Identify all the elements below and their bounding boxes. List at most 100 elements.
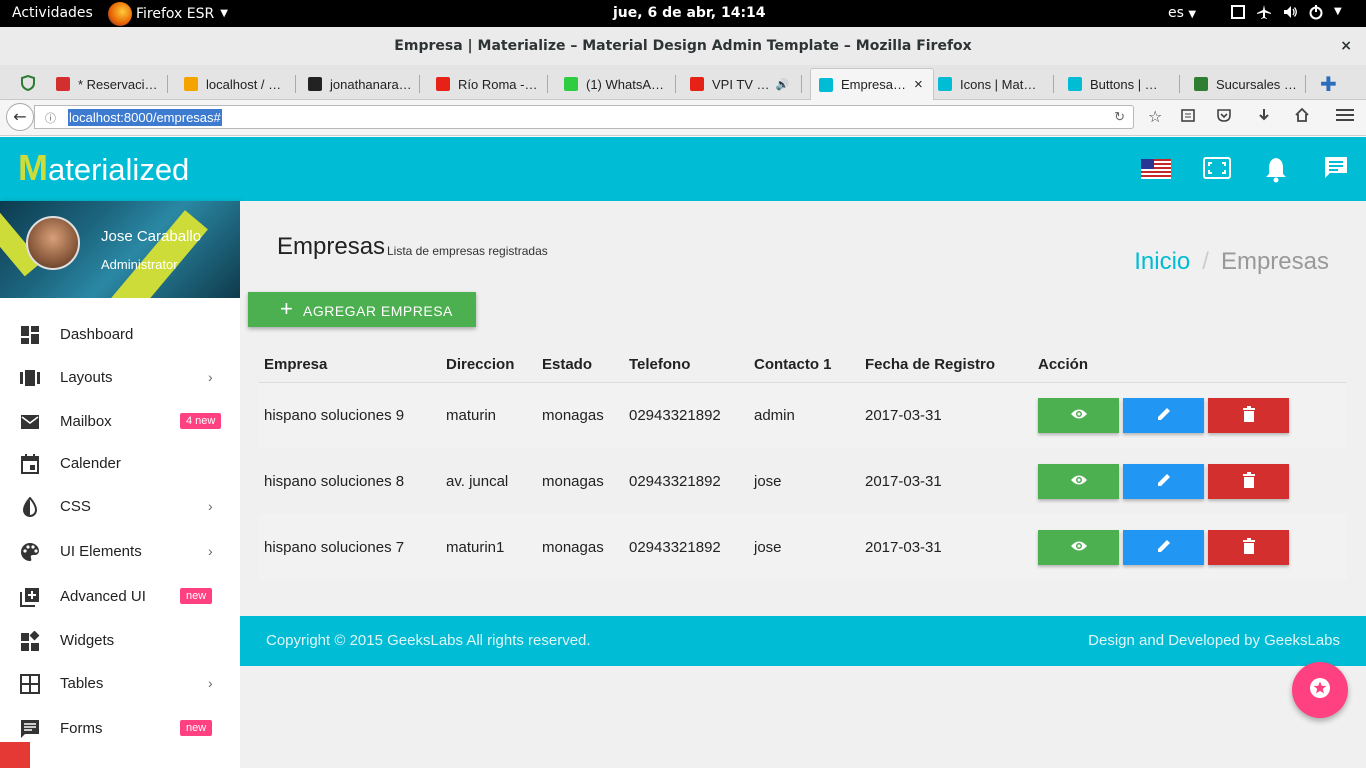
sidebar-item-label: Tables [60, 674, 104, 692]
palette-icon [20, 542, 40, 562]
star-icon [1309, 677, 1331, 703]
window-title-bar: Empresa | Materialize – Material Design … [0, 27, 1366, 65]
sidebar-item-css[interactable]: CSS › [0, 486, 240, 526]
tab-separator [1053, 75, 1054, 93]
sidebar-item-mailbox[interactable]: Mailbox 4 new [0, 401, 240, 441]
back-button[interactable]: ← [6, 103, 34, 131]
edit-button[interactable] [1123, 463, 1204, 499]
navigation-bar: ← ⓘ localhost:8000/empresas# ↻ ☆ [0, 100, 1366, 136]
close-tab-icon[interactable]: × [914, 76, 923, 93]
edit-button[interactable] [1123, 529, 1204, 565]
table-row: hispano soluciones 9 maturin monagas 029433… [259, 382, 1347, 448]
close-window-button[interactable]: × [1340, 27, 1352, 65]
column-header[interactable]: Empresa [259, 348, 441, 383]
tab-item[interactable]: Buttons | … [1068, 68, 1180, 100]
avatar[interactable] [26, 216, 80, 270]
state-cell: monagas [537, 382, 624, 448]
column-header[interactable]: Telefono [624, 348, 749, 383]
window-title: Empresa | Materialize – Material Design … [394, 38, 972, 54]
tab-item[interactable]: Icons | Mat… [938, 68, 1054, 100]
sidebar-item-forms[interactable]: Forms new [0, 708, 240, 748]
tab-label: localhost / … [206, 76, 282, 92]
reload-icon[interactable]: ↻ [1114, 109, 1125, 125]
app-menu[interactable]: Firefox ESR ▼ [108, 0, 228, 27]
actions-cell [1033, 382, 1347, 448]
sidebar-item-widgets[interactable]: Widgets [0, 620, 240, 660]
sidebar-item-tables[interactable]: Tables › [0, 663, 240, 703]
us-flag-icon[interactable] [1141, 159, 1171, 187]
address-cell: av. juncal [441, 448, 537, 514]
speaker-icon[interactable]: 🔊 [776, 78, 790, 91]
tab-item[interactable]: localhost / … [184, 68, 296, 100]
bookmark-star-icon[interactable]: ☆ [1148, 107, 1162, 126]
chevron-down-icon: ▼ [1188, 9, 1197, 20]
tab-item[interactable]: (1) WhatsA… [564, 68, 676, 100]
trash-icon [1242, 471, 1256, 491]
tab-label: jonathanara… [330, 76, 412, 92]
activities-button[interactable]: Actividades [12, 5, 93, 21]
tab-item[interactable]: jonathanara… [308, 68, 420, 100]
tab-label: Icons | Mat… [960, 76, 1037, 92]
info-icon[interactable]: ⓘ [45, 110, 56, 126]
notifications-bell-icon[interactable] [1264, 155, 1294, 183]
sidebar-item-advanced-ui[interactable]: Advanced UI new [0, 576, 240, 616]
column-header[interactable]: Direccion [441, 348, 537, 383]
company-name-cell: hispano soluciones 7 [259, 514, 441, 580]
clock[interactable]: jue, 6 de abr, 14:14 [613, 5, 766, 21]
delete-button[interactable] [1208, 529, 1289, 565]
breadcrumb-home[interactable]: Inicio [1134, 248, 1190, 275]
view-button[interactable] [1038, 463, 1119, 499]
sidebar-item-calender[interactable]: Calender [0, 443, 240, 483]
column-header: Acción [1033, 348, 1347, 383]
language-indicator[interactable]: es ▼ [1168, 5, 1196, 21]
eye-icon [1070, 474, 1088, 489]
contact-cell: jose [749, 514, 860, 580]
tab-favicon-icon [938, 77, 952, 91]
tab-favicon-icon [184, 77, 198, 91]
tab-item[interactable]: VPI TV … 🔊 [690, 68, 802, 100]
floating-action-button[interactable] [1292, 662, 1348, 718]
sidebar-item-layouts[interactable]: Layouts › [0, 357, 240, 397]
home-icon[interactable] [1294, 107, 1310, 127]
tab-item[interactable]: Sucursales … [1194, 68, 1306, 100]
pocket-icon[interactable] [1216, 107, 1232, 127]
tab-item[interactable]: Río Roma -… [436, 68, 548, 100]
view-button[interactable] [1038, 397, 1119, 433]
library-add-icon [20, 587, 40, 607]
tab-item[interactable]: Empresa… × [810, 68, 934, 100]
new-tab-button[interactable]: ✚ [1320, 68, 1350, 100]
company-name-cell: hispano soluciones 8 [259, 448, 441, 514]
sidebar-item-label: Widgets [60, 631, 115, 649]
user-name[interactable]: Jose Caraballo [101, 228, 201, 245]
edit-button[interactable] [1123, 397, 1204, 433]
column-header[interactable]: Estado [537, 348, 624, 383]
url-text: localhost:8000/empresas# [68, 109, 222, 126]
view-button[interactable] [1038, 529, 1119, 565]
sidebar-item-ui-elements[interactable]: UI Elements › [0, 531, 240, 571]
delete-button[interactable] [1208, 463, 1289, 499]
brand-logo[interactable]: Materialized [18, 147, 189, 189]
tab-separator [167, 75, 168, 93]
sidebar-item-label: Forms [60, 719, 103, 737]
system-tray[interactable]: ▼ [1230, 4, 1350, 20]
sidebar-item-label: Advanced UI [60, 587, 146, 605]
url-bar[interactable]: ⓘ localhost:8000/empresas# ↻ [34, 105, 1134, 129]
add-company-button[interactable]: + AGREGAR EMPRESA [248, 292, 476, 327]
address-cell: maturin [441, 382, 537, 448]
footer-copyright: Copyright © 2015 GeeksLabs All rights re… [266, 632, 591, 649]
sidebar-item-dashboard[interactable]: Dashboard [0, 314, 240, 354]
app-corner-icon[interactable] [0, 742, 30, 768]
tab-item[interactable]: * Reservaci… [56, 68, 168, 100]
delete-button[interactable] [1208, 397, 1289, 433]
phone-cell: 02943321892 [624, 382, 749, 448]
fullscreen-icon[interactable] [1203, 155, 1233, 183]
column-header[interactable]: Contacto 1 [749, 348, 860, 383]
tab-separator [1179, 75, 1180, 93]
tab-pinned[interactable] [20, 68, 48, 100]
chat-icon[interactable] [1323, 155, 1353, 183]
reading-list-icon[interactable] [1180, 107, 1196, 127]
hamburger-menu-icon[interactable] [1336, 107, 1354, 127]
download-icon[interactable] [1256, 107, 1272, 127]
sidebar-item-label: Layouts [60, 368, 113, 386]
column-header[interactable]: Fecha de Registro [860, 348, 1033, 383]
